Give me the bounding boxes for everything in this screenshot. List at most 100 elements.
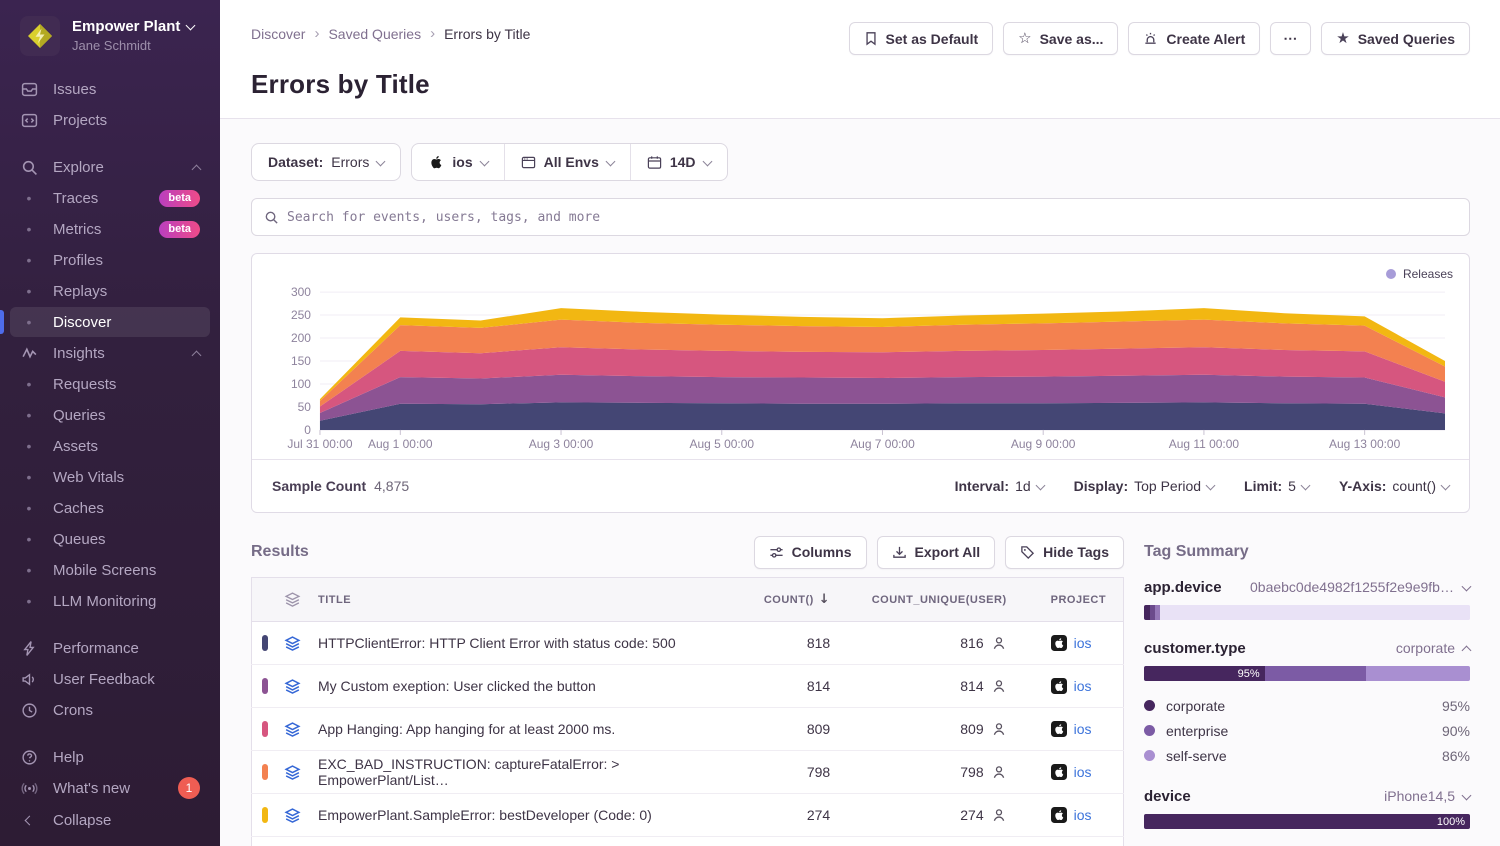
more-options-button[interactable]: ⋯ <box>1270 22 1311 55</box>
expand-stack-button[interactable] <box>284 764 302 781</box>
sidebar-item-queries[interactable]: •Queries <box>10 400 210 430</box>
saved-queries-button[interactable]: ★ Saved Queries <box>1321 22 1470 55</box>
expand-stack-button[interactable] <box>284 678 302 695</box>
sidebar-item-crons[interactable]: Crons <box>10 695 210 725</box>
project-link[interactable]: ios <box>1074 721 1092 737</box>
series-color-bar <box>262 635 268 651</box>
expand-stack-button[interactable] <box>284 721 302 738</box>
sidebar-item-caches[interactable]: •Caches <box>10 493 210 523</box>
sidebar-section-explore[interactable]: Explore <box>10 152 210 182</box>
project-filter-dropdown[interactable]: ios <box>412 144 504 180</box>
set-as-default-button[interactable]: Set as Default <box>849 22 994 55</box>
sidebar-item-profiles[interactable]: • Profiles <box>10 245 210 275</box>
project-link[interactable]: ios <box>1074 764 1092 780</box>
legend-label: enterprise <box>1166 723 1228 739</box>
org-switcher[interactable]: Empower Plant Jane Schmidt <box>0 16 220 74</box>
create-alert-button[interactable]: Create Alert <box>1128 22 1260 55</box>
tag-section-toggle[interactable]: customer.typecorporate <box>1144 640 1470 657</box>
sidebar-section-insights[interactable]: Insights <box>10 338 210 368</box>
sidebar-item-traces[interactable]: • Traces beta <box>10 183 210 213</box>
sidebar-item-whats-new[interactable]: What's new 1 <box>10 773 210 803</box>
dataset-dropdown[interactable]: Dataset: Errors <box>251 143 401 181</box>
save-as-button[interactable]: ☆ Save as... <box>1003 22 1118 55</box>
tag-legend-row[interactable]: enterprise 90% <box>1144 718 1470 743</box>
sidebar-item-issues[interactable]: Issues <box>10 74 210 104</box>
table-row[interactable]: EmpowerPlant.SampleError: happyCustomer … <box>252 837 1124 846</box>
export-all-button[interactable]: Export All <box>877 536 996 569</box>
legend-dot <box>1144 725 1155 736</box>
page-title: Errors by Title <box>251 69 1470 100</box>
sidebar-item-replays[interactable]: • Replays <box>10 276 210 306</box>
svg-text:Aug 9 00:00: Aug 9 00:00 <box>1011 437 1076 451</box>
sidebar-item-web-vitals[interactable]: •Web Vitals <box>10 462 210 492</box>
chevron-down-icon <box>1301 480 1311 490</box>
sidebar-item-help[interactable]: Help <box>10 742 210 772</box>
chart-footer: Sample Count4,875 Interval:1d Display:To… <box>252 459 1469 512</box>
table-row[interactable]: EmpowerPlant.SampleError: bestDeveloper … <box>252 794 1124 837</box>
legend-percent: 90% <box>1442 723 1470 739</box>
window-icon <box>521 155 536 170</box>
sidebar-item-metrics[interactable]: • Metrics beta <box>10 214 210 244</box>
sidebar-item-queues[interactable]: •Queues <box>10 524 210 554</box>
search-icon <box>264 210 279 225</box>
hide-tags-button[interactable]: Hide Tags <box>1005 536 1124 569</box>
count-value: 814 <box>807 678 830 694</box>
chevron-down-icon <box>1441 480 1451 490</box>
bullet-icon: • <box>20 252 38 268</box>
sidebar-item-discover[interactable]: • Discover <box>10 307 210 337</box>
breadcrumb-saved-queries[interactable]: Saved Queries <box>328 26 421 42</box>
column-header-title[interactable]: TITLE <box>318 594 351 606</box>
sort-desc-icon[interactable]: ↓ <box>819 592 830 607</box>
svg-text:Aug 5 00:00: Aug 5 00:00 <box>689 437 754 451</box>
table-row[interactable]: HTTPClientError: HTTP Client Error with … <box>252 622 1124 665</box>
tag-distribution-bar[interactable] <box>1144 605 1470 620</box>
search-input[interactable] <box>287 210 1457 225</box>
stack-icon <box>284 678 301 695</box>
tag-distribution-bar[interactable]: 100% <box>1144 814 1470 829</box>
column-header-project[interactable]: PROJECT <box>1051 594 1106 606</box>
display-dropdown[interactable]: Display:Top Period <box>1074 478 1214 494</box>
svg-text:Jul 31 00:00: Jul 31 00:00 <box>287 437 353 451</box>
table-row[interactable]: App Hanging: App hanging for at least 20… <box>252 708 1124 751</box>
error-title[interactable]: HTTPClientError: HTTP Client Error with … <box>318 635 676 651</box>
table-row[interactable]: My Custom exeption: User clicked the but… <box>252 665 1124 708</box>
interval-dropdown[interactable]: Interval:1d <box>955 478 1044 494</box>
tag-section-toggle[interactable]: app.device0baebc0de4982f1255f2e9e9fb7… <box>1144 579 1470 596</box>
tag-distribution-bar[interactable]: 95% <box>1144 666 1470 681</box>
chart-legend[interactable]: Releases <box>268 264 1453 284</box>
error-title[interactable]: EmpowerPlant.SampleError: bestDeveloper … <box>318 807 652 823</box>
project-link[interactable]: ios <box>1074 807 1092 823</box>
sidebar-item-requests[interactable]: •Requests <box>10 369 210 399</box>
tag-legend-row[interactable]: corporate95% <box>1144 693 1470 718</box>
sidebar-item-user-feedback[interactable]: User Feedback <box>10 664 210 694</box>
sidebar-item-performance[interactable]: Performance <box>10 633 210 663</box>
stacked-area-chart[interactable]: 050100150200250300Jul 31 00:00Aug 1 00:0… <box>268 284 1453 454</box>
sidebar-item-projects[interactable]: Projects <box>10 105 210 135</box>
yaxis-dropdown[interactable]: Y-Axis:count() <box>1339 478 1449 494</box>
column-header-count-unique[interactable]: COUNT_UNIQUE(USER) <box>872 594 1007 606</box>
sidebar-collapse-button[interactable]: Collapse <box>10 805 210 835</box>
stack-icon <box>284 807 301 824</box>
bullet-icon: • <box>20 314 38 330</box>
sidebar-item-llm-monitoring[interactable]: •LLM Monitoring <box>10 586 210 616</box>
sidebar-item-mobile-screens[interactable]: •Mobile Screens <box>10 555 210 585</box>
project-link[interactable]: ios <box>1074 678 1092 694</box>
error-title[interactable]: EXC_BAD_INSTRUCTION: captureFatalError: … <box>318 756 724 788</box>
error-title[interactable]: App Hanging: App hanging for at least 20… <box>318 721 615 737</box>
breadcrumb-current: Errors by Title <box>444 26 530 42</box>
sidebar-item-assets[interactable]: •Assets <box>10 431 210 461</box>
clock-icon <box>20 701 38 719</box>
expand-stack-button[interactable] <box>284 635 302 652</box>
breadcrumb-discover[interactable]: Discover <box>251 26 305 42</box>
columns-button[interactable]: Columns <box>754 536 867 569</box>
expand-stack-button[interactable] <box>284 807 302 824</box>
date-range-dropdown[interactable]: 14D <box>631 144 727 180</box>
column-header-count[interactable]: COUNT() <box>764 594 814 606</box>
project-link[interactable]: ios <box>1074 635 1092 651</box>
error-title[interactable]: My Custom exeption: User clicked the but… <box>318 678 596 694</box>
tag-legend-row[interactable]: self-serve86% <box>1144 743 1470 768</box>
limit-dropdown[interactable]: Limit:5 <box>1244 478 1309 494</box>
tag-section-toggle[interactable]: deviceiPhone14,5 <box>1144 788 1470 805</box>
environment-filter-dropdown[interactable]: All Envs <box>505 144 631 180</box>
table-row[interactable]: EXC_BAD_INSTRUCTION: captureFatalError: … <box>252 751 1124 794</box>
